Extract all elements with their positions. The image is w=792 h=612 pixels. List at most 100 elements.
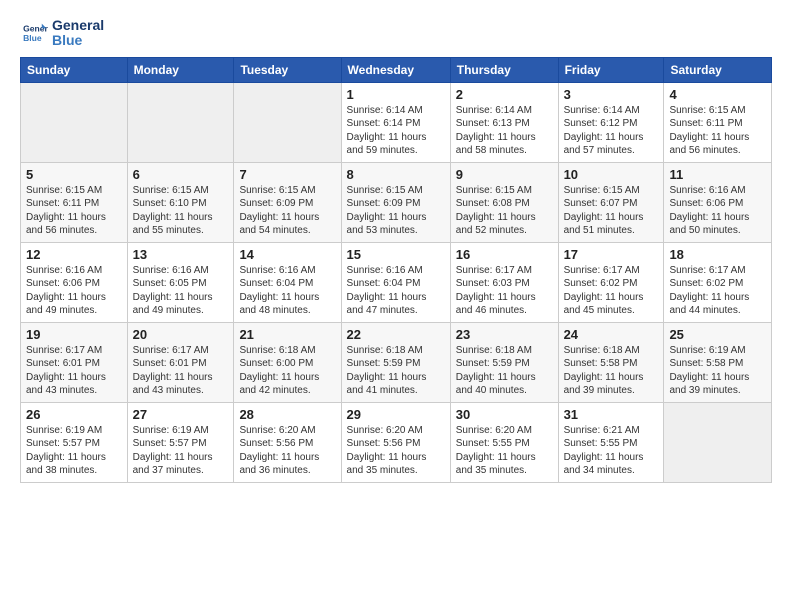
weekday-header-wednesday: Wednesday	[341, 57, 450, 82]
svg-text:Blue: Blue	[23, 33, 42, 43]
day-number: 28	[239, 407, 335, 422]
day-number: 21	[239, 327, 335, 342]
calendar-cell: 19 Sunrise: 6:17 AM Sunset: 6:01 PM Dayli…	[21, 322, 128, 402]
header: General Blue General Blue	[20, 18, 772, 49]
day-number: 17	[564, 247, 659, 262]
day-info: Sunrise: 6:18 AM Sunset: 5:58 PM Dayligh…	[564, 344, 659, 398]
day-info: Sunrise: 6:16 AM Sunset: 6:06 PM Dayligh…	[669, 184, 766, 238]
day-info: Sunrise: 6:17 AM Sunset: 6:02 PM Dayligh…	[564, 264, 659, 318]
day-number: 5	[26, 167, 122, 182]
day-number: 1	[347, 87, 445, 102]
day-number: 2	[456, 87, 553, 102]
day-info: Sunrise: 6:15 AM Sunset: 6:09 PM Dayligh…	[239, 184, 335, 238]
day-info: Sunrise: 6:19 AM Sunset: 5:57 PM Dayligh…	[26, 424, 122, 478]
day-number: 4	[669, 87, 766, 102]
calendar-cell: 18Sunrise: 6:17 AM Sunset: 6:02 PM Dayli…	[664, 242, 772, 322]
day-info: Sunrise: 6:14 AM Sunset: 6:13 PM Dayligh…	[456, 104, 553, 158]
day-info: Sunrise: 6:15 AM Sunset: 6:09 PM Dayligh…	[347, 184, 445, 238]
calendar-cell	[21, 82, 128, 162]
day-number: 27	[133, 407, 229, 422]
logo-text-general: General	[52, 18, 104, 33]
week-row-4: 19 Sunrise: 6:17 AM Sunset: 6:01 PM Dayli…	[21, 322, 772, 402]
day-number: 9	[456, 167, 553, 182]
svg-text:General: General	[23, 24, 48, 34]
calendar-cell	[234, 82, 341, 162]
day-number: 24	[564, 327, 659, 342]
day-info: Sunrise: 6:20 AM Sunset: 5:55 PM Dayligh…	[456, 424, 553, 478]
day-info: Sunrise: 6:17 AM Sunset: 6:01 PM Dayligh…	[26, 344, 122, 398]
calendar-cell: 29 Sunrise: 6:20 AM Sunset: 5:56 PM Dayli…	[341, 402, 450, 482]
day-number: 30	[456, 407, 553, 422]
weekday-header-monday: Monday	[127, 57, 234, 82]
calendar-table: SundayMondayTuesdayWednesdayThursdayFrid…	[20, 57, 772, 483]
day-number: 10	[564, 167, 659, 182]
day-info: Sunrise: 6:17 AM Sunset: 6:03 PM Dayligh…	[456, 264, 553, 318]
weekday-header-tuesday: Tuesday	[234, 57, 341, 82]
calendar-cell: 7 Sunrise: 6:15 AM Sunset: 6:09 PM Daylig…	[234, 162, 341, 242]
weekday-header-sunday: Sunday	[21, 57, 128, 82]
day-info: Sunrise: 6:16 AM Sunset: 6:04 PM Dayligh…	[347, 264, 445, 318]
weekday-header-saturday: Saturday	[664, 57, 772, 82]
day-number: 25	[669, 327, 766, 342]
logo-icon: General Blue	[20, 19, 48, 47]
day-info: Sunrise: 6:17 AM Sunset: 6:02 PM Dayligh…	[669, 264, 766, 318]
calendar-cell: 20 Sunrise: 6:17 AM Sunset: 6:01 PM Dayli…	[127, 322, 234, 402]
day-number: 11	[669, 167, 766, 182]
calendar-cell: 8 Sunrise: 6:15 AM Sunset: 6:09 PM Daylig…	[341, 162, 450, 242]
calendar-cell: 5 Sunrise: 6:15 AM Sunset: 6:11 PM Daylig…	[21, 162, 128, 242]
day-info: Sunrise: 6:20 AM Sunset: 5:56 PM Dayligh…	[347, 424, 445, 478]
day-number: 20	[133, 327, 229, 342]
weekday-header-thursday: Thursday	[450, 57, 558, 82]
calendar-cell: 12 Sunrise: 6:16 AM Sunset: 6:06 PM Dayli…	[21, 242, 128, 322]
day-number: 8	[347, 167, 445, 182]
calendar-cell: 22Sunrise: 6:18 AM Sunset: 5:59 PM Dayli…	[341, 322, 450, 402]
day-info: Sunrise: 6:15 AM Sunset: 6:07 PM Dayligh…	[564, 184, 659, 238]
day-info: Sunrise: 6:16 AM Sunset: 6:06 PM Dayligh…	[26, 264, 122, 318]
calendar-cell: 1Sunrise: 6:14 AM Sunset: 6:14 PM Daylig…	[341, 82, 450, 162]
calendar-cell: 25Sunrise: 6:19 AM Sunset: 5:58 PM Dayli…	[664, 322, 772, 402]
logo-text-blue: Blue	[52, 33, 104, 48]
day-number: 19	[26, 327, 122, 342]
week-row-2: 5 Sunrise: 6:15 AM Sunset: 6:11 PM Daylig…	[21, 162, 772, 242]
day-info: Sunrise: 6:20 AM Sunset: 5:56 PM Dayligh…	[239, 424, 335, 478]
calendar-cell: 9Sunrise: 6:15 AM Sunset: 6:08 PM Daylig…	[450, 162, 558, 242]
day-number: 7	[239, 167, 335, 182]
calendar-cell: 16Sunrise: 6:17 AM Sunset: 6:03 PM Dayli…	[450, 242, 558, 322]
calendar-cell: 21 Sunrise: 6:18 AM Sunset: 6:00 PM Dayli…	[234, 322, 341, 402]
day-info: Sunrise: 6:16 AM Sunset: 6:05 PM Dayligh…	[133, 264, 229, 318]
calendar-cell	[664, 402, 772, 482]
day-number: 3	[564, 87, 659, 102]
weekday-header-row: SundayMondayTuesdayWednesdayThursdayFrid…	[21, 57, 772, 82]
day-info: Sunrise: 6:18 AM Sunset: 5:59 PM Dayligh…	[456, 344, 553, 398]
calendar-cell: 27 Sunrise: 6:19 AM Sunset: 5:57 PM Dayli…	[127, 402, 234, 482]
day-number: 14	[239, 247, 335, 262]
day-info: Sunrise: 6:15 AM Sunset: 6:11 PM Dayligh…	[669, 104, 766, 158]
calendar-cell: 13 Sunrise: 6:16 AM Sunset: 6:05 PM Dayli…	[127, 242, 234, 322]
day-number: 26	[26, 407, 122, 422]
weekday-header-friday: Friday	[558, 57, 664, 82]
day-number: 22	[347, 327, 445, 342]
calendar-cell: 24 Sunrise: 6:18 AM Sunset: 5:58 PM Dayli…	[558, 322, 664, 402]
calendar-cell: 26 Sunrise: 6:19 AM Sunset: 5:57 PM Dayli…	[21, 402, 128, 482]
day-number: 31	[564, 407, 659, 422]
calendar-cell: 28 Sunrise: 6:20 AM Sunset: 5:56 PM Dayli…	[234, 402, 341, 482]
day-info: Sunrise: 6:14 AM Sunset: 6:12 PM Dayligh…	[564, 104, 659, 158]
day-number: 6	[133, 167, 229, 182]
calendar-cell: 17 Sunrise: 6:17 AM Sunset: 6:02 PM Dayli…	[558, 242, 664, 322]
day-info: Sunrise: 6:18 AM Sunset: 6:00 PM Dayligh…	[239, 344, 335, 398]
page: General Blue General Blue SundayMondayTu…	[0, 0, 792, 612]
day-number: 13	[133, 247, 229, 262]
day-number: 12	[26, 247, 122, 262]
calendar-cell: 3 Sunrise: 6:14 AM Sunset: 6:12 PM Daylig…	[558, 82, 664, 162]
day-info: Sunrise: 6:15 AM Sunset: 6:10 PM Dayligh…	[133, 184, 229, 238]
day-info: Sunrise: 6:19 AM Sunset: 5:57 PM Dayligh…	[133, 424, 229, 478]
day-info: Sunrise: 6:15 AM Sunset: 6:11 PM Dayligh…	[26, 184, 122, 238]
day-info: Sunrise: 6:16 AM Sunset: 6:04 PM Dayligh…	[239, 264, 335, 318]
day-number: 29	[347, 407, 445, 422]
logo: General Blue General Blue	[20, 18, 104, 49]
calendar-cell: 6 Sunrise: 6:15 AM Sunset: 6:10 PM Daylig…	[127, 162, 234, 242]
day-info: Sunrise: 6:17 AM Sunset: 6:01 PM Dayligh…	[133, 344, 229, 398]
day-number: 23	[456, 327, 553, 342]
calendar-cell: 30 Sunrise: 6:20 AM Sunset: 5:55 PM Dayli…	[450, 402, 558, 482]
calendar-cell: 15Sunrise: 6:16 AM Sunset: 6:04 PM Dayli…	[341, 242, 450, 322]
